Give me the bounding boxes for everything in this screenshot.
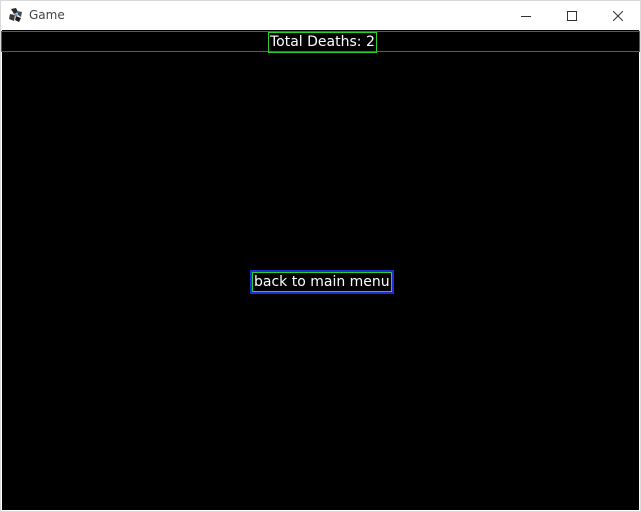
close-button[interactable]: [595, 1, 640, 30]
close-icon: [612, 6, 624, 25]
maximize-icon: [567, 6, 577, 25]
game-canvas: Total Deaths: 2 back to main menu: [1, 30, 640, 510]
game-app-icon: [8, 7, 24, 23]
maximize-button[interactable]: [549, 1, 595, 30]
back-to-main-menu-label: back to main menu: [252, 272, 392, 292]
minimize-icon: [521, 6, 531, 25]
back-to-main-menu-button[interactable]: back to main menu: [250, 270, 394, 294]
window-title: Game: [29, 8, 65, 22]
total-deaths-label: Total Deaths: 2: [268, 32, 377, 53]
game-window: Game Total Deaths: 2 back to main menu: [0, 0, 641, 512]
title-bar[interactable]: Game: [1, 1, 640, 30]
minimize-button[interactable]: [503, 1, 549, 30]
